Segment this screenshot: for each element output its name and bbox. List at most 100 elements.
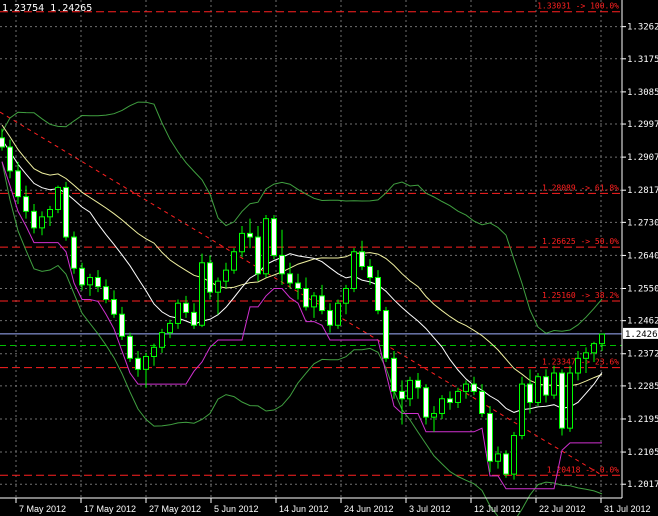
bear-candle bbox=[255, 236, 261, 275]
price-tick-label: 1.29075 bbox=[627, 153, 658, 163]
price-tick-label: 1.28175 bbox=[627, 186, 658, 196]
bear-candle bbox=[303, 288, 309, 308]
bear-candle bbox=[63, 186, 69, 238]
bull-candle bbox=[199, 262, 205, 326]
bear-candle bbox=[191, 311, 197, 326]
bear-candle bbox=[135, 357, 141, 370]
bear-candle bbox=[527, 383, 533, 403]
time-tick-label: 12 Jul 2012 bbox=[474, 504, 521, 514]
bear-candle bbox=[279, 254, 285, 275]
bear-candle bbox=[543, 376, 549, 396]
bear-candle bbox=[399, 390, 405, 400]
time-tick-label: 24 Jun 2012 bbox=[344, 504, 394, 514]
bull-candle bbox=[575, 357, 581, 374]
bull-candle bbox=[87, 276, 93, 286]
price-tick-label: 1.21050 bbox=[627, 448, 658, 458]
bull-candle bbox=[583, 352, 589, 359]
bear-candle bbox=[367, 265, 373, 278]
bull-candle bbox=[591, 343, 597, 354]
time-tick-label: 31 Jul 2012 bbox=[604, 504, 651, 514]
bear-candle bbox=[479, 390, 485, 414]
bull-candle bbox=[335, 302, 341, 326]
fib-level-label: 1.26625 -> 50.0% bbox=[542, 237, 619, 246]
bear-candle bbox=[111, 299, 117, 315]
bull-candle bbox=[151, 346, 157, 358]
bull-candle bbox=[143, 356, 149, 370]
bull-candle bbox=[551, 372, 557, 396]
bear-candle bbox=[119, 313, 125, 337]
bear-candle bbox=[359, 251, 365, 267]
time-tick-label: 5 Jun 2012 bbox=[214, 504, 259, 514]
current-price-label: 1.24265 bbox=[625, 330, 658, 340]
bull-candle bbox=[495, 453, 501, 462]
bear-candle bbox=[15, 170, 21, 198]
price-tick-label: 1.29975 bbox=[627, 120, 658, 130]
bear-candle bbox=[375, 276, 381, 312]
bear-candle bbox=[487, 412, 493, 462]
bull-candle bbox=[263, 218, 269, 275]
bear-candle bbox=[287, 273, 293, 284]
bull-candle bbox=[159, 332, 165, 348]
fib-level-label: 1.28089 -> 61.8% bbox=[542, 183, 619, 192]
bear-candle bbox=[295, 282, 301, 290]
price-tick-label: 1.30850 bbox=[627, 88, 658, 98]
bear-candle bbox=[383, 310, 389, 359]
bull-candle bbox=[167, 322, 173, 334]
price-axis-labels: 1.32625 1.31750 1.30850 1.29975 1.29075 1.281… bbox=[622, 23, 658, 490]
bull-candle bbox=[519, 383, 525, 437]
time-tick-label: 14 Jun 2012 bbox=[279, 504, 329, 514]
bear-candle bbox=[271, 218, 277, 256]
bull-candle bbox=[535, 376, 541, 403]
bull-candle bbox=[175, 302, 181, 324]
chart-window[interactable]: 1.33031 -> 100.0% 1.28089 -> 61.8% 1.26625… bbox=[0, 0, 658, 516]
time-tick-label: 7 May 2012 bbox=[19, 504, 66, 514]
bear-candle bbox=[103, 286, 109, 301]
bull-candle bbox=[55, 186, 61, 210]
bear-candle bbox=[559, 372, 565, 429]
price-tick-label: 1.32625 bbox=[627, 23, 658, 33]
bull-candle bbox=[431, 412, 437, 418]
price-tick-label: 1.26400 bbox=[627, 251, 658, 261]
bull-candle bbox=[311, 295, 317, 308]
bull-candle bbox=[407, 379, 413, 400]
fib-level-label: 1.33031 -> 100.0% bbox=[537, 2, 619, 11]
bull-candle bbox=[511, 435, 517, 475]
bull-candle bbox=[215, 280, 221, 293]
bull-candle bbox=[231, 251, 237, 271]
bear-candle bbox=[183, 302, 189, 313]
bear-candle bbox=[71, 236, 77, 269]
bull-candle bbox=[47, 208, 53, 218]
bull-candle bbox=[239, 232, 245, 253]
bear-candle bbox=[95, 276, 101, 288]
bear-candle bbox=[423, 387, 429, 418]
bear-candle bbox=[415, 379, 421, 389]
bear-candle bbox=[247, 232, 253, 238]
time-tick-label: 17 May 2012 bbox=[84, 504, 136, 514]
bull-candle bbox=[343, 288, 349, 304]
bear-candle bbox=[23, 196, 29, 212]
bear-candle bbox=[391, 357, 397, 392]
time-tick-label: 3 Jul 2012 bbox=[409, 504, 451, 514]
price-chart[interactable]: 1.33031 -> 100.0% 1.28089 -> 61.8% 1.26625… bbox=[0, 0, 658, 516]
bear-candle bbox=[79, 267, 85, 286]
price-tick-label: 1.22850 bbox=[627, 382, 658, 392]
bear-candle bbox=[207, 262, 213, 293]
bull-candle bbox=[455, 390, 461, 403]
bear-candle bbox=[447, 398, 453, 403]
price-tick-label: 1.21950 bbox=[627, 415, 658, 425]
bear-candle bbox=[0, 137, 5, 148]
bull-candle bbox=[599, 333, 605, 345]
time-tick-label: 27 May 2012 bbox=[149, 504, 201, 514]
bull-candle bbox=[567, 372, 573, 429]
bear-candle bbox=[503, 453, 509, 475]
bull-candle bbox=[439, 398, 445, 414]
time-tick-label: 22 Jul 2012 bbox=[539, 504, 586, 514]
price-tick-label: 1.31750 bbox=[627, 55, 658, 65]
bull-candle bbox=[463, 383, 469, 392]
bear-candle bbox=[7, 146, 13, 172]
price-tick-label: 1.24625 bbox=[627, 317, 658, 327]
fib-level-label: 1.25160 -> 38.2% bbox=[542, 291, 619, 300]
price-tick-label: 1.23725 bbox=[627, 350, 658, 360]
price-tick-label: 1.25500 bbox=[627, 285, 658, 295]
bear-candle bbox=[31, 210, 37, 229]
